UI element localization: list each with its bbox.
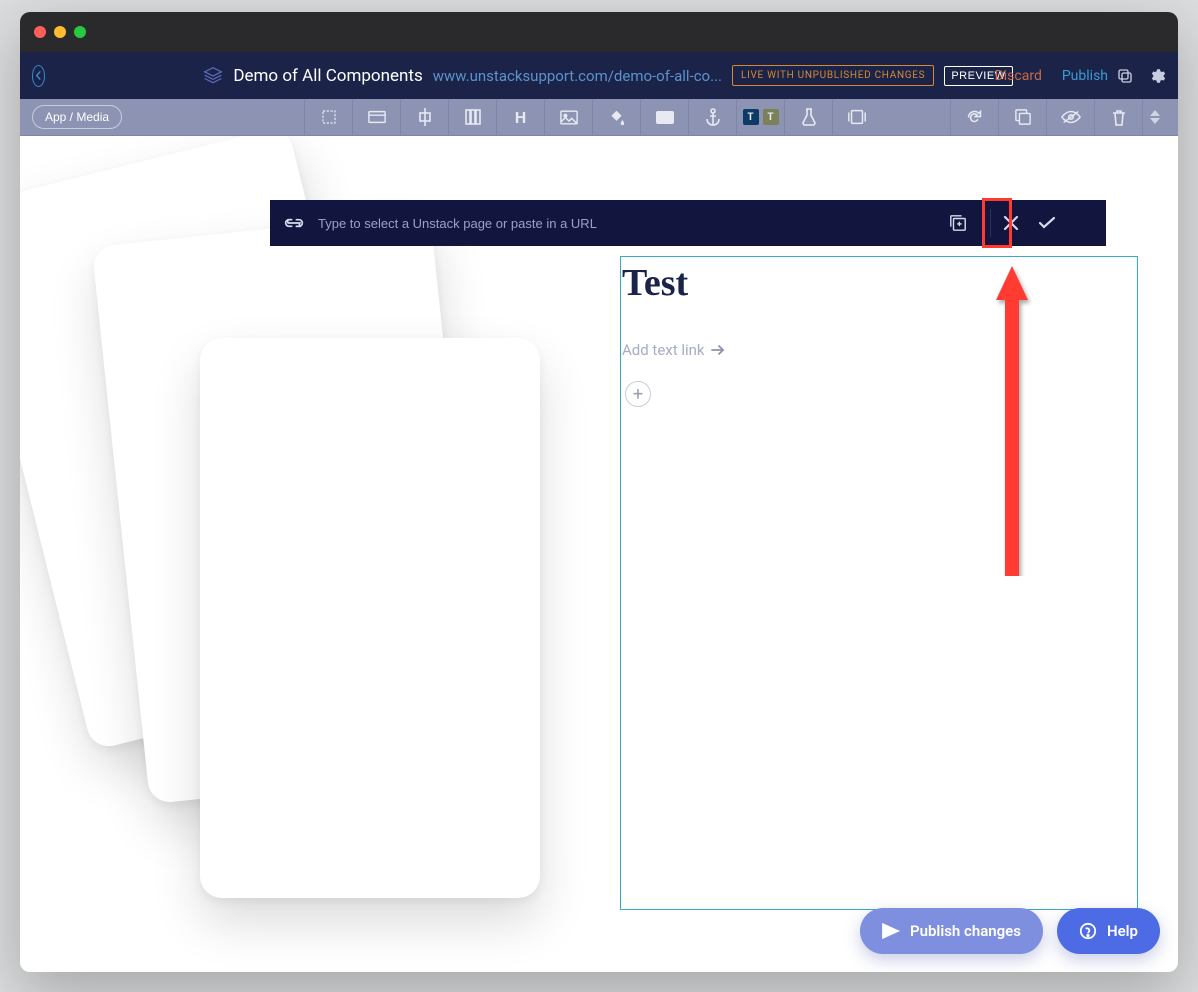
content-pane[interactable]: Test Add text link + bbox=[620, 256, 1138, 910]
refresh-tool[interactable] bbox=[950, 99, 998, 136]
duplicate-tool[interactable] bbox=[998, 99, 1046, 136]
card-item[interactable] bbox=[200, 338, 540, 898]
confirm-icon[interactable] bbox=[1033, 209, 1061, 237]
fill-tool[interactable] bbox=[592, 99, 640, 136]
mac-titlebar bbox=[20, 12, 1178, 52]
card-stack bbox=[20, 158, 610, 972]
floating-actions: Publish changes Help bbox=[860, 908, 1160, 954]
page-url[interactable]: www.unstacksupport.com/demo-of-all-co... bbox=[433, 67, 722, 85]
add-block-button[interactable]: + bbox=[625, 381, 651, 407]
link-input-bar bbox=[270, 200, 1106, 246]
back-button[interactable] bbox=[32, 65, 45, 87]
copy-icon[interactable] bbox=[1116, 67, 1134, 85]
publish-changes-label: Publish changes bbox=[910, 922, 1021, 940]
close-icon[interactable] bbox=[990, 209, 1019, 237]
add-text-link-label: Add text link bbox=[622, 341, 705, 359]
top-menubar: Demo of All Components www.unstacksuppor… bbox=[20, 52, 1178, 99]
live-status-badge: LIVE WITH UNPUBLISHED CHANGES bbox=[732, 65, 934, 86]
publish-link[interactable]: Publish bbox=[1062, 68, 1108, 84]
open-new-tab-icon[interactable] bbox=[944, 209, 972, 237]
lab-tool[interactable] bbox=[784, 99, 832, 136]
add-text-link[interactable]: Add text link bbox=[622, 341, 1137, 359]
link-url-input[interactable] bbox=[318, 216, 930, 231]
link-icon bbox=[284, 217, 304, 229]
pane-heading[interactable]: Test bbox=[622, 261, 1137, 305]
crop-tool[interactable] bbox=[304, 99, 352, 136]
minimize-window-button[interactable] bbox=[54, 26, 66, 38]
editor-toolbar: App / Media H TT bbox=[20, 99, 1178, 136]
app-media-pill[interactable]: App / Media bbox=[32, 105, 122, 129]
help-button[interactable]: Help bbox=[1057, 908, 1160, 954]
align-tool[interactable] bbox=[400, 99, 448, 136]
help-label: Help bbox=[1107, 922, 1138, 940]
image-tool[interactable] bbox=[544, 99, 592, 136]
heading-tool[interactable]: H bbox=[496, 99, 544, 136]
close-window-button[interactable] bbox=[34, 26, 46, 38]
text-style-toggle[interactable]: TT bbox=[736, 99, 784, 136]
delete-tool[interactable] bbox=[1094, 99, 1142, 136]
zoom-window-button[interactable] bbox=[74, 26, 86, 38]
device-tool[interactable] bbox=[832, 99, 880, 136]
app-window: Demo of All Components www.unstacksuppor… bbox=[20, 12, 1178, 972]
columns-tool[interactable] bbox=[448, 99, 496, 136]
help-icon bbox=[1079, 922, 1097, 940]
page-title: Demo of All Components bbox=[233, 66, 422, 86]
traffic-lights bbox=[34, 26, 86, 38]
publish-changes-button[interactable]: Publish changes bbox=[860, 908, 1043, 954]
section-tool[interactable] bbox=[352, 99, 400, 136]
gear-icon[interactable] bbox=[1148, 67, 1166, 85]
box-tool[interactable] bbox=[640, 99, 688, 136]
arrow-right-icon bbox=[711, 344, 725, 356]
send-icon bbox=[882, 923, 900, 939]
anchor-tool[interactable] bbox=[688, 99, 736, 136]
stack-icon bbox=[203, 66, 223, 86]
editor-canvas: Test Add text link + Publish changes bbox=[20, 136, 1178, 972]
discard-link[interactable]: Discard bbox=[995, 68, 1042, 84]
visibility-tool[interactable] bbox=[1046, 99, 1094, 136]
reorder-arrows[interactable] bbox=[1142, 99, 1166, 136]
